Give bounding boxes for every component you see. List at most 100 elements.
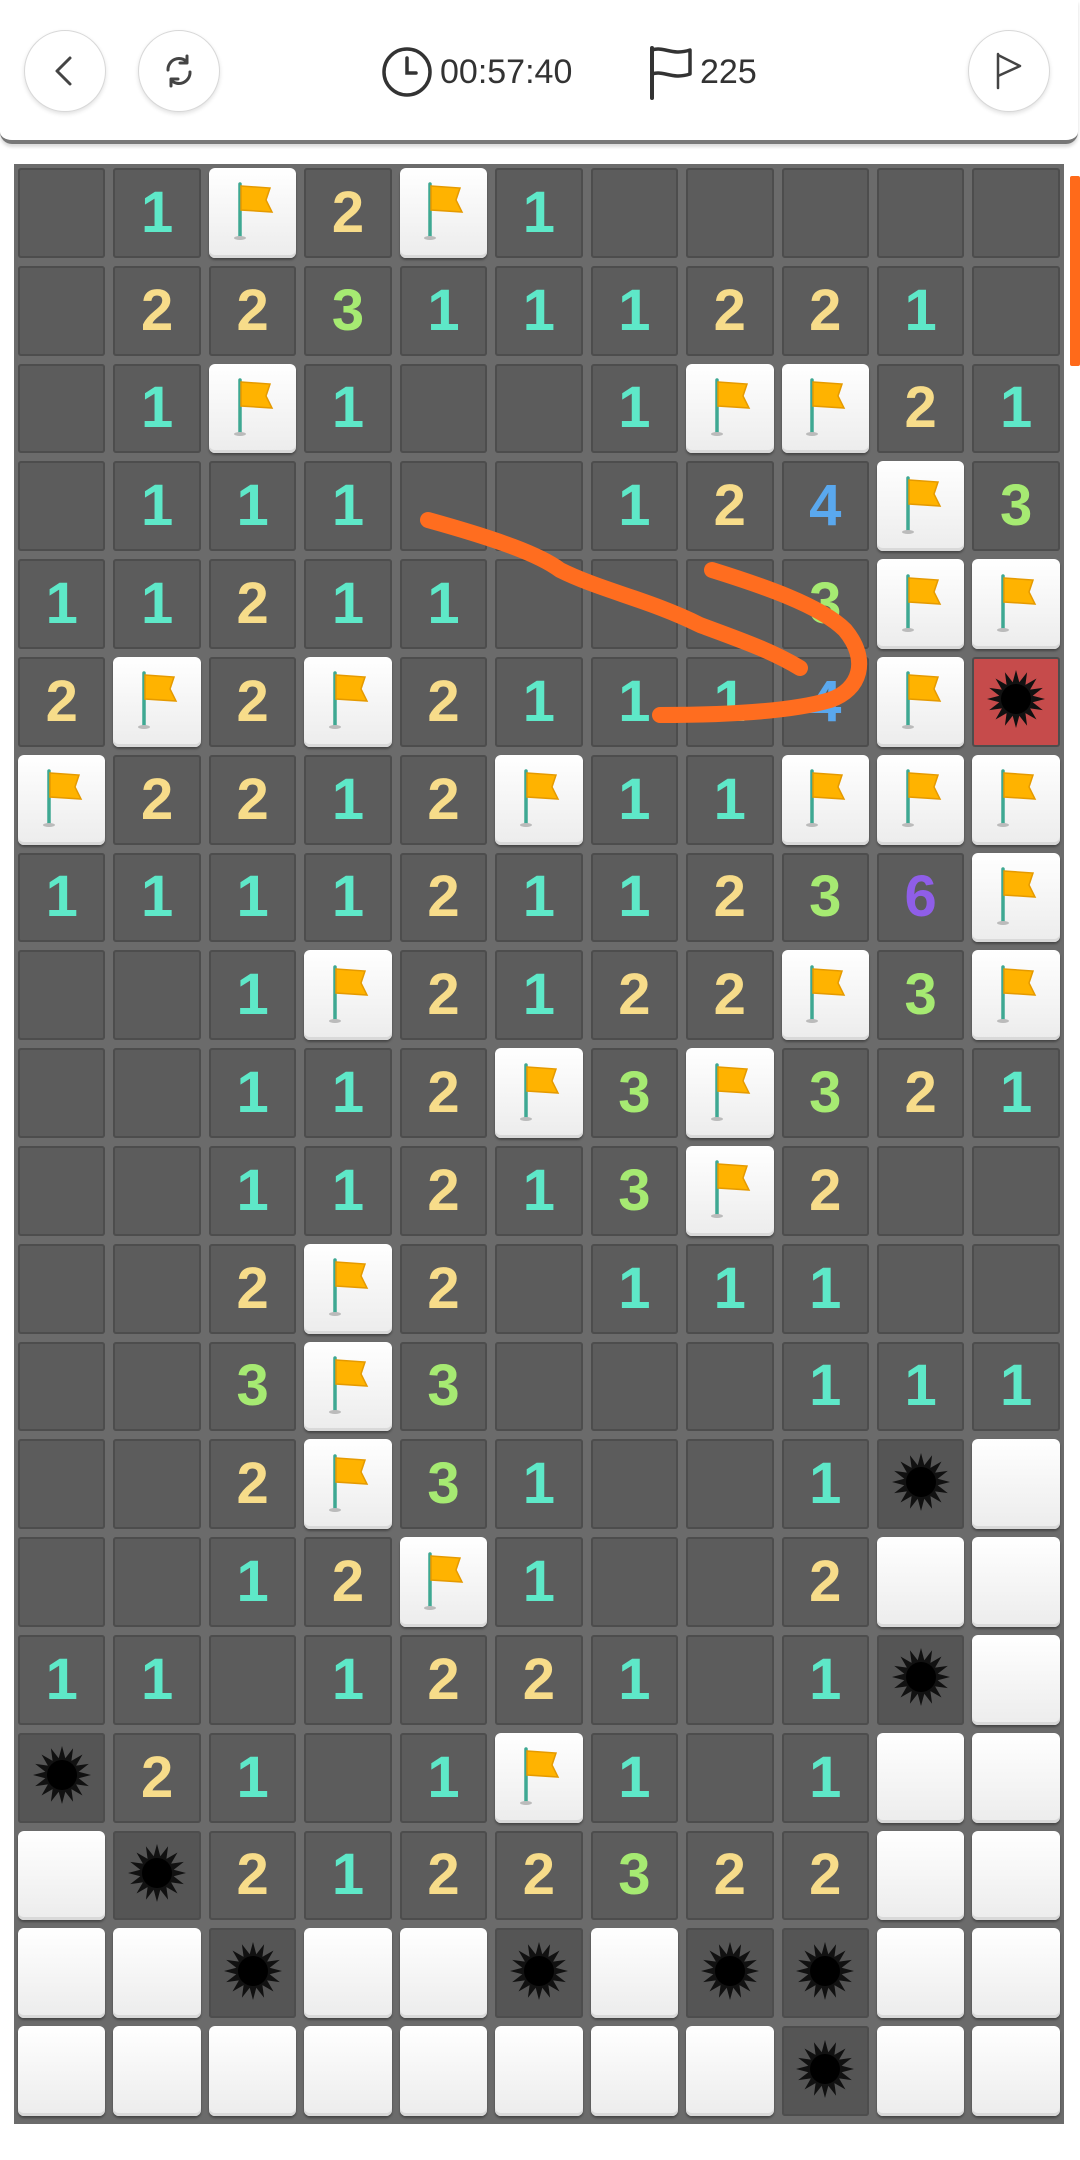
unrevealed-cell[interactable] — [972, 2026, 1060, 2116]
number-cell[interactable]: 1 — [113, 852, 201, 943]
flagged-cell[interactable] — [781, 754, 869, 845]
empty-revealed-cell[interactable] — [113, 1048, 201, 1138]
unrevealed-cell[interactable] — [18, 1928, 106, 2019]
empty-revealed-cell[interactable] — [590, 1537, 679, 1627]
number-cell[interactable]: 1 — [304, 1830, 392, 1921]
empty-revealed-cell[interactable] — [876, 1145, 965, 1236]
empty-revealed-cell[interactable] — [781, 168, 869, 258]
number-cell[interactable]: 3 — [399, 1439, 488, 1530]
number-cell[interactable]: 1 — [208, 1537, 297, 1627]
number-cell[interactable]: 3 — [399, 1341, 488, 1432]
number-cell[interactable]: 1 — [208, 1145, 297, 1236]
number-cell[interactable]: 1 — [781, 1732, 869, 1823]
number-cell[interactable]: 2 — [495, 1634, 583, 1725]
number-cell[interactable]: 2 — [208, 559, 297, 649]
number-cell[interactable]: 2 — [399, 852, 488, 943]
flagged-cell[interactable] — [876, 461, 965, 552]
number-cell[interactable]: 2 — [208, 754, 297, 845]
number-cell[interactable]: 1 — [590, 852, 679, 943]
empty-revealed-cell[interactable] — [113, 1145, 201, 1236]
flagged-cell[interactable] — [686, 1048, 774, 1138]
number-cell[interactable]: 1 — [781, 1243, 869, 1334]
number-cell[interactable]: 1 — [304, 461, 392, 552]
number-cell[interactable]: 2 — [399, 1048, 488, 1138]
flagged-cell[interactable] — [304, 1439, 392, 1530]
empty-revealed-cell[interactable] — [495, 1341, 583, 1432]
empty-revealed-cell[interactable] — [18, 1048, 106, 1138]
number-cell[interactable]: 1 — [18, 559, 106, 649]
number-cell[interactable]: 2 — [304, 168, 392, 258]
number-cell[interactable]: 1 — [208, 461, 297, 552]
unrevealed-cell[interactable] — [590, 2026, 679, 2116]
empty-revealed-cell[interactable] — [686, 1634, 774, 1725]
number-cell[interactable]: 3 — [590, 1048, 679, 1138]
number-cell[interactable]: 2 — [495, 1830, 583, 1921]
number-cell[interactable]: 2 — [208, 1439, 297, 1530]
number-cell[interactable]: 2 — [590, 950, 679, 1041]
empty-revealed-cell[interactable] — [686, 1341, 774, 1432]
number-cell[interactable]: 2 — [686, 265, 774, 356]
number-cell[interactable]: 1 — [304, 1048, 392, 1138]
number-cell[interactable]: 2 — [208, 1830, 297, 1921]
flagged-cell[interactable] — [972, 559, 1060, 649]
restart-button[interactable] — [138, 30, 220, 112]
flagged-cell[interactable] — [972, 852, 1060, 943]
unrevealed-cell[interactable] — [113, 1928, 201, 2019]
empty-revealed-cell[interactable] — [686, 559, 774, 649]
number-cell[interactable]: 1 — [781, 1439, 869, 1530]
unrevealed-cell[interactable] — [972, 1634, 1060, 1725]
number-cell[interactable]: 1 — [495, 265, 583, 356]
number-cell[interactable]: 1 — [304, 1634, 392, 1725]
number-cell[interactable]: 2 — [686, 950, 774, 1041]
number-cell[interactable]: 6 — [876, 852, 965, 943]
flagged-cell[interactable] — [208, 168, 297, 258]
mine-cell[interactable] — [876, 1439, 965, 1530]
empty-revealed-cell[interactable] — [18, 461, 106, 552]
empty-revealed-cell[interactable] — [399, 461, 488, 552]
number-cell[interactable]: 1 — [113, 363, 201, 454]
number-cell[interactable]: 3 — [781, 1048, 869, 1138]
number-cell[interactable]: 3 — [876, 950, 965, 1041]
mine-cell[interactable] — [686, 1928, 774, 2019]
number-cell[interactable]: 2 — [399, 1145, 488, 1236]
back-button[interactable] — [24, 30, 106, 112]
number-cell[interactable]: 1 — [208, 1732, 297, 1823]
number-cell[interactable]: 1 — [972, 1048, 1060, 1138]
empty-revealed-cell[interactable] — [686, 1732, 774, 1823]
unrevealed-cell[interactable] — [972, 1830, 1060, 1921]
number-cell[interactable]: 1 — [972, 363, 1060, 454]
empty-revealed-cell[interactable] — [18, 950, 106, 1041]
unrevealed-cell[interactable] — [113, 2026, 201, 2116]
unrevealed-cell[interactable] — [399, 2026, 488, 2116]
flagged-cell[interactable] — [399, 168, 488, 258]
number-cell[interactable]: 2 — [399, 754, 488, 845]
number-cell[interactable]: 1 — [686, 656, 774, 747]
flagged-cell[interactable] — [304, 656, 392, 747]
number-cell[interactable]: 2 — [876, 1048, 965, 1138]
number-cell[interactable]: 1 — [972, 1341, 1060, 1432]
flagged-cell[interactable] — [876, 656, 965, 747]
empty-revealed-cell[interactable] — [18, 168, 106, 258]
empty-revealed-cell[interactable] — [18, 1341, 106, 1432]
flagged-cell[interactable] — [781, 363, 869, 454]
number-cell[interactable]: 2 — [113, 1732, 201, 1823]
number-cell[interactable]: 2 — [399, 1830, 488, 1921]
number-cell[interactable]: 2 — [208, 265, 297, 356]
number-cell[interactable]: 1 — [781, 1634, 869, 1725]
number-cell[interactable]: 2 — [399, 1634, 488, 1725]
flagged-cell[interactable] — [399, 1537, 488, 1627]
number-cell[interactable]: 1 — [18, 852, 106, 943]
empty-revealed-cell[interactable] — [113, 1439, 201, 1530]
mine-cell[interactable] — [113, 1830, 201, 1921]
empty-revealed-cell[interactable] — [18, 1243, 106, 1334]
unrevealed-cell[interactable] — [972, 1537, 1060, 1627]
number-cell[interactable]: 3 — [781, 559, 869, 649]
number-cell[interactable]: 1 — [208, 1048, 297, 1138]
empty-revealed-cell[interactable] — [208, 1634, 297, 1725]
mine-cell[interactable] — [18, 1732, 106, 1823]
unrevealed-cell[interactable] — [18, 2026, 106, 2116]
number-cell[interactable]: 2 — [781, 1830, 869, 1921]
scrollbar[interactable] — [1070, 176, 1080, 366]
unrevealed-cell[interactable] — [972, 1439, 1060, 1530]
number-cell[interactable]: 2 — [18, 656, 106, 747]
